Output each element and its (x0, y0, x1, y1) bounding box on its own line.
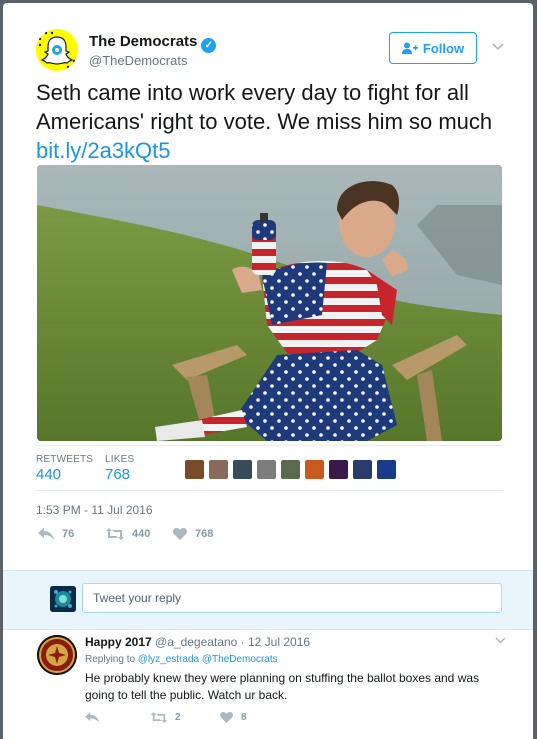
add-user-icon (401, 42, 418, 54)
reply-retweet-count: 2 (175, 712, 181, 723)
liker-avatar[interactable] (377, 460, 396, 479)
reply-date[interactable]: 12 Jul 2016 (248, 635, 310, 649)
retweet-icon (106, 528, 124, 540)
divider (36, 490, 504, 491)
liker-avatar[interactable] (233, 460, 252, 479)
reply-author-handle[interactable]: @a_degeatano (155, 635, 237, 649)
reply-count: 76 (62, 528, 75, 540)
reply-like-action[interactable]: 8 (220, 712, 247, 723)
like-count: 768 (195, 528, 214, 540)
retweets-count[interactable]: 440 (36, 466, 61, 483)
retweet-action[interactable]: 440 (106, 528, 150, 540)
reply-header: Happy 2017 @a_degeatano · 12 Jul 2016 (85, 635, 310, 649)
mention-link[interactable]: @lyz_estrada (138, 654, 199, 665)
author-name-text[interactable]: The Democrats (89, 33, 197, 50)
photo-image (37, 165, 502, 441)
liker-avatar[interactable] (209, 460, 228, 479)
divider (36, 445, 504, 446)
likes-count[interactable]: 768 (105, 466, 130, 483)
reply-icon (85, 712, 99, 723)
reply-icon (38, 528, 54, 540)
verified-icon: ✓ (201, 38, 217, 53)
tweet-link[interactable]: bit.ly/2a3kQt5 (36, 138, 171, 163)
marine-emblem-icon (37, 635, 77, 675)
reply-composer: Tweet your reply (3, 570, 533, 630)
author-avatar[interactable] (36, 29, 78, 71)
dot-separator: · (240, 635, 245, 649)
heart-icon (173, 528, 187, 540)
liker-avatar[interactable] (353, 460, 372, 479)
tweet-photo[interactable] (37, 165, 502, 441)
tweet-card: The Democrats ✓ @TheDemocrats Follow Seth… (3, 3, 533, 739)
reply-reply-action[interactable] (85, 712, 99, 723)
my-avatar[interactable] (50, 586, 76, 612)
reply-author-avatar[interactable] (37, 635, 77, 675)
my-avatar-image (50, 586, 76, 612)
liker-avatar[interactable] (305, 460, 324, 479)
liker-avatar[interactable] (281, 460, 300, 479)
mention-link[interactable]: @TheDemocrats (202, 654, 278, 665)
like-action[interactable]: 768 (173, 528, 213, 540)
replying-to: Replying to @lyz_estrada @TheDemocrats (85, 654, 278, 665)
liker-avatar[interactable] (185, 460, 204, 479)
reply-action[interactable]: 76 (38, 528, 74, 540)
tweet-body: Seth came into work every day to fight f… (36, 80, 493, 134)
reply-input[interactable]: Tweet your reply (82, 583, 502, 613)
reply-like-count: 8 (241, 712, 247, 723)
liker-avatar[interactable] (257, 460, 276, 479)
retweet-count: 440 (132, 528, 151, 540)
retweet-icon (151, 712, 167, 723)
tweet-timestamp[interactable]: 1:53 PM - 11 Jul 2016 (36, 503, 153, 517)
likes-label: LIKES (105, 454, 135, 465)
reply-text: He probably knew they were planning on s… (85, 671, 480, 702)
tweet-text: Seth came into work every day to fight f… (36, 78, 506, 165)
author-name[interactable]: The Democrats ✓ (89, 33, 217, 53)
retweets-label: RETWEETS (36, 454, 94, 465)
replying-to-label: Replying to (85, 654, 136, 665)
heart-icon (220, 712, 233, 723)
reply-retweet-action[interactable]: 2 (151, 712, 181, 723)
chevron-down-icon[interactable] (492, 39, 504, 54)
reply-author-name[interactable]: Happy 2017 (85, 635, 152, 649)
liker-avatar[interactable] (329, 460, 348, 479)
snapchat-ghost-icon (36, 29, 78, 71)
follow-button[interactable]: Follow (389, 32, 477, 64)
chevron-down-icon[interactable] (495, 633, 506, 647)
follow-label: Follow (422, 40, 465, 56)
author-handle[interactable]: @TheDemocrats (89, 53, 187, 68)
